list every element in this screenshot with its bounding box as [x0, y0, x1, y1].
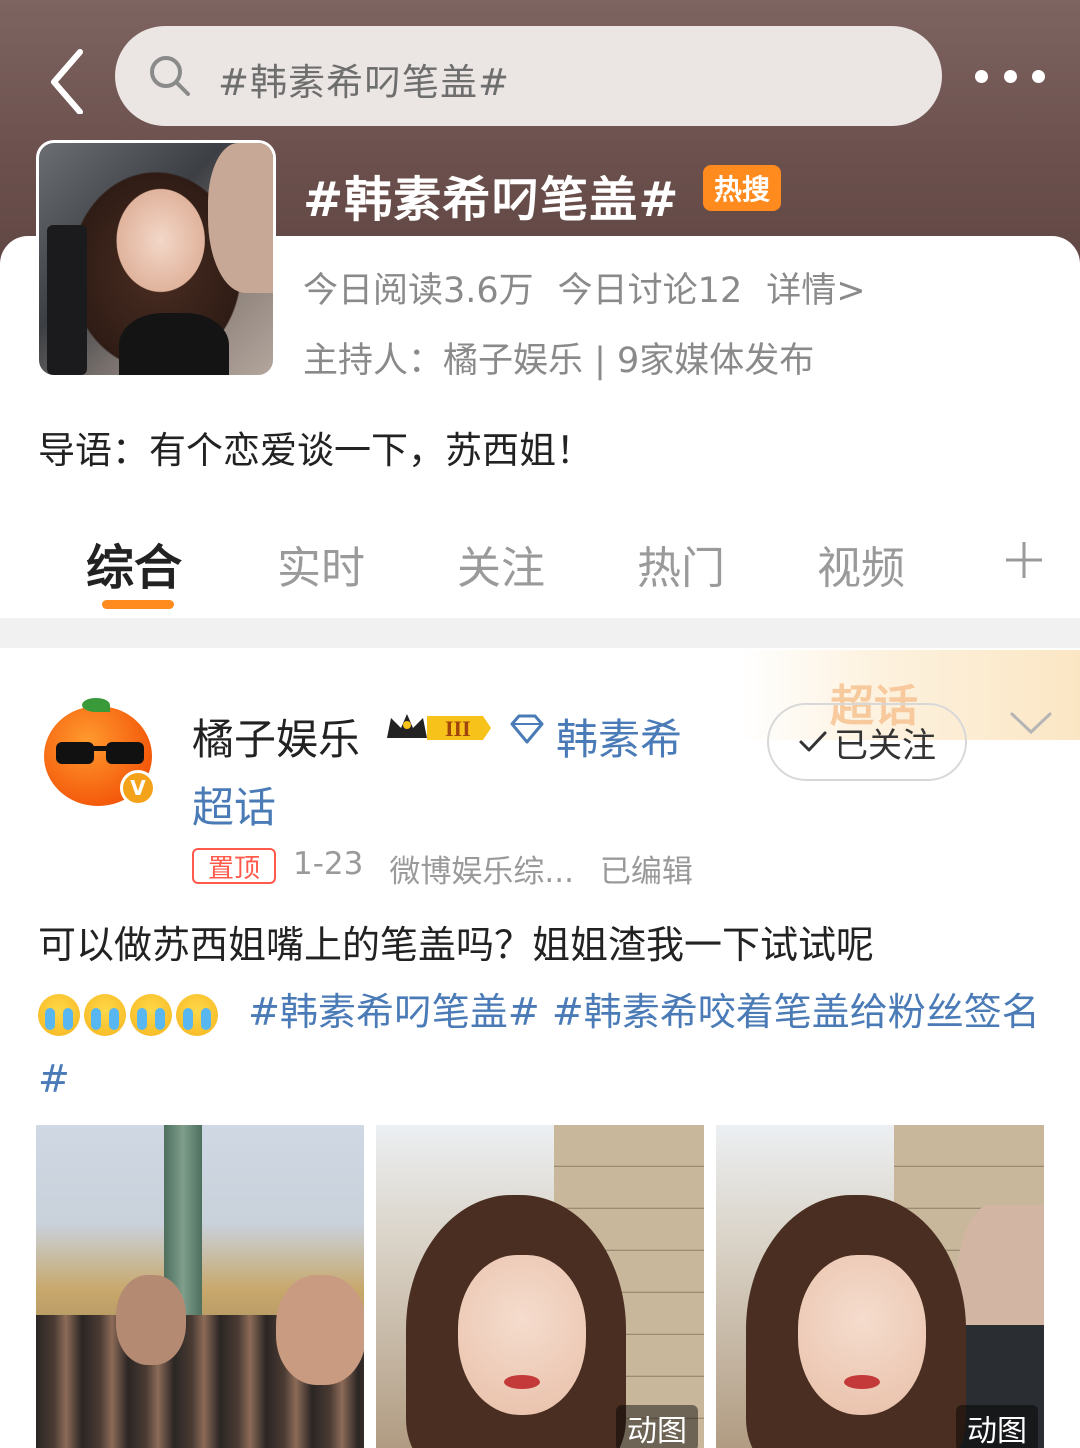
post-text: 可以做苏西姐嘴上的笔盖吗？姐姐渣我一下试试呢 [38, 923, 875, 967]
feed-tabs: 综合 实时 关注 热门 视频 [0, 520, 1080, 616]
hot-search-badge: 热搜 [703, 165, 781, 211]
active-tab-indicator [102, 600, 174, 609]
edited-label: 已编辑 [599, 854, 693, 890]
details-link[interactable]: 详情> [766, 262, 865, 313]
back-arrow-icon[interactable] [40, 44, 100, 115]
post-image-2[interactable]: 动图 [376, 1125, 704, 1448]
super-topic-link[interactable]: 韩素希 [556, 706, 682, 767]
check-icon [799, 731, 827, 752]
chevron-down-icon[interactable] [1008, 708, 1054, 738]
tab-video[interactable]: 视频 [817, 532, 905, 596]
diamond-icon [510, 714, 544, 744]
more-dots-icon[interactable] [975, 62, 1045, 90]
crown-icon: III [383, 708, 495, 748]
tab-realtime[interactable]: 实时 [277, 532, 365, 596]
post-image-3[interactable]: 动图 [716, 1125, 1044, 1448]
topic-intro: 导语：有个恋爱谈一下，苏西姐！ [38, 429, 593, 472]
plus-icon[interactable] [1004, 540, 1044, 580]
post-source[interactable]: 微博娱乐综... [389, 846, 574, 891]
follow-label: 已关注 [834, 725, 936, 766]
hashtag-link-1[interactable]: #韩素希叼笔盖# [248, 990, 540, 1034]
level-text: III [445, 716, 471, 741]
host-info[interactable]: 主持人：橘子娱乐 | 9家媒体发布 [303, 332, 814, 383]
topic-title: #韩素希叼笔盖# [303, 172, 680, 228]
pinned-badge: 置顶 [192, 848, 276, 884]
topic-stats: 今日阅读3.6万 今日讨论12 详情> [303, 262, 866, 313]
gif-badge: 动图 [616, 1405, 698, 1448]
search-icon[interactable] [148, 54, 192, 98]
post-date: 1-23 [293, 846, 364, 882]
section-divider [0, 618, 1080, 648]
verified-badge-icon: V [120, 770, 156, 806]
post-body: 可以做苏西姐嘴上的笔盖吗？姐姐渣我一下试试呢 #韩素希叼笔盖# #韩素希咬着笔盖… [38, 912, 1048, 1113]
post-username[interactable]: 橘子娱乐 [192, 706, 360, 767]
tab-following[interactable]: 关注 [457, 532, 545, 596]
discuss-count: 今日讨论12 [557, 271, 743, 311]
follow-button[interactable]: 已关注 [767, 703, 967, 781]
crying-emoji-icon [38, 993, 218, 1036]
gif-badge: 动图 [956, 1405, 1038, 1448]
tab-comprehensive[interactable]: 综合 [86, 528, 182, 598]
search-input[interactable]: #韩素希叼笔盖# [218, 52, 510, 106]
super-topic-link-suffix[interactable]: 超话 [192, 774, 276, 835]
read-count: 今日阅读3.6万 [303, 271, 534, 311]
topic-cover-image[interactable] [36, 140, 276, 378]
post-image-1[interactable] [36, 1125, 364, 1448]
post-meta: 1-23 微博娱乐综... 已编辑 [293, 846, 693, 891]
tab-hot[interactable]: 热门 [637, 532, 725, 596]
avatar[interactable]: V [44, 698, 156, 806]
